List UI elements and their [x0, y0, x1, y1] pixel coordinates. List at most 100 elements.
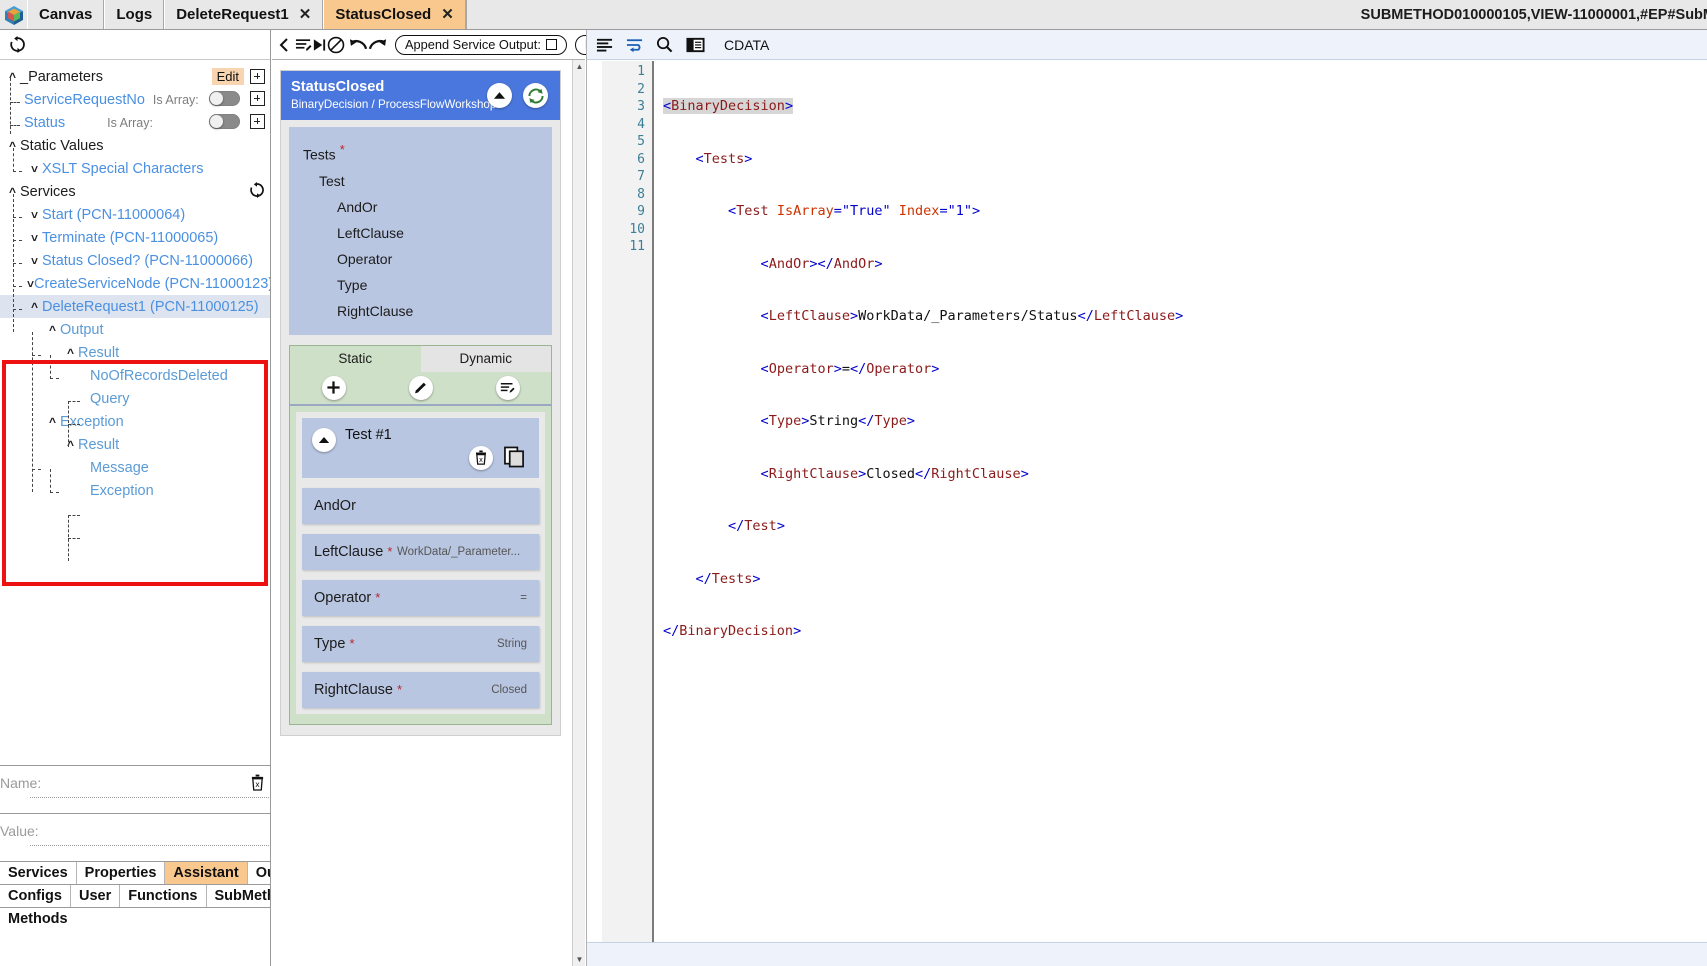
tab-label: StatusClosed	[335, 6, 432, 23]
edit-button[interactable]: Edit	[211, 68, 244, 85]
refresh-icon[interactable]	[3, 31, 31, 59]
tree-section-services[interactable]: ^ Services	[0, 180, 270, 203]
panel-icon[interactable]	[686, 37, 705, 53]
copy-icon[interactable]	[504, 446, 525, 468]
tree-item-xslt-special-characters[interactable]: ˅ XSLT Special Characters	[0, 157, 270, 180]
trash-icon[interactable]: x	[250, 774, 265, 791]
scroll-down-arrow[interactable]: ▼	[573, 953, 586, 966]
schema-leaf-type[interactable]: Type	[289, 272, 552, 298]
is-array-toggle[interactable]	[209, 114, 240, 129]
close-icon[interactable]: ✕	[441, 7, 454, 22]
tab-logs[interactable]: Logs	[104, 0, 165, 29]
tree-item-servicerequestno[interactable]: ServiceRequestNo Is Array:	[0, 88, 270, 111]
caret-up-icon[interactable]	[312, 427, 336, 452]
caret-up-icon[interactable]: ^	[45, 323, 60, 337]
step-forward-icon[interactable]	[312, 31, 327, 59]
bottom-tab-services[interactable]: Services	[0, 862, 77, 884]
schema-leaf-leftclause[interactable]: LeftClause	[289, 220, 552, 246]
tree-item-noofrecordsdeleted[interactable]: NoOfRecordsDeleted	[0, 364, 270, 387]
chevron-left-icon[interactable]	[277, 31, 291, 59]
value-input[interactable]	[30, 845, 269, 846]
add-child-button[interactable]	[250, 91, 265, 106]
tree-item-exception-result[interactable]: ^ Result	[0, 433, 270, 456]
schema-leaf-rightclause[interactable]: RightClause	[289, 298, 552, 324]
is-array-toggle[interactable]	[209, 91, 240, 106]
align-left-icon[interactable]	[596, 37, 613, 53]
code-line: <Tests>	[695, 150, 753, 167]
field-type[interactable]: Type * String	[302, 625, 539, 662]
word-wrap-icon[interactable]	[626, 37, 643, 53]
delete-icon[interactable]: x	[469, 445, 493, 470]
tree-item-start[interactable]: ˅ Start (PCN-11000064)	[0, 203, 270, 226]
code-content[interactable]: <BinaryDecision> <Tests> <Test IsArray="…	[654, 61, 1707, 942]
sync-icon[interactable]	[523, 83, 548, 108]
edit-list-icon[interactable]	[495, 375, 520, 400]
caret-up-icon[interactable]: ^	[5, 70, 20, 84]
bottom-tab-assistant[interactable]: Assistant	[165, 862, 248, 884]
name-input[interactable]	[30, 797, 269, 798]
tab-canvas[interactable]: Canvas	[27, 0, 105, 29]
tree-item-output[interactable]: ^ Output	[0, 318, 270, 341]
tree-item-exception-leaf[interactable]: Exception	[0, 479, 270, 502]
tree-item-deleterequest1[interactable]: ^ DeleteRequest1 (PCN-11000125)	[0, 295, 270, 318]
undo-icon[interactable]	[349, 31, 368, 59]
schema-leaf-operator[interactable]: Operator	[289, 246, 552, 272]
scroll-up-arrow[interactable]: ▲	[573, 60, 586, 73]
bottom-tab-output[interactable]: Output	[247, 862, 270, 884]
tree-item-query[interactable]: Query	[0, 387, 270, 410]
bottom-tab-functions[interactable]: Functions	[120, 885, 207, 907]
caret-up-icon[interactable]: ^	[27, 300, 42, 314]
bottom-tab-methods[interactable]: Methods	[0, 908, 76, 930]
bottom-tab-submethods[interactable]: SubMethods	[206, 885, 270, 907]
svg-text:x: x	[479, 456, 483, 464]
schema-child-row[interactable]: Test	[289, 168, 552, 194]
tree-item-createservicenode[interactable]: ˅ CreateServiceNode (PCN-11000123)	[0, 272, 270, 295]
tree-item-message[interactable]: Message	[0, 456, 270, 479]
caret-up-icon[interactable]: ^	[63, 438, 78, 452]
tree-item-status-closed[interactable]: ˅ Status Closed? (PCN-11000066)	[0, 249, 270, 272]
caret-up-icon[interactable]: ^	[45, 415, 60, 429]
bottom-tab-user[interactable]: User	[70, 885, 121, 907]
edit-list-icon[interactable]	[295, 31, 312, 59]
caret-down-icon[interactable]: ˅	[27, 162, 42, 176]
tree-section-static-values[interactable]: ^ Static Values	[0, 134, 270, 157]
field-leftclause[interactable]: LeftClause * WorkData/_Parameter...	[302, 533, 539, 570]
field-andor[interactable]: AndOr	[302, 487, 539, 524]
tree-section-parameters[interactable]: ^ _Parameters Edit	[0, 65, 270, 88]
caret-up-icon[interactable]: ^	[63, 346, 78, 360]
close-icon[interactable]: ✕	[299, 7, 312, 22]
refresh-services-icon[interactable]	[249, 182, 265, 198]
append-service-output-checkbox[interactable]	[545, 39, 557, 50]
append-service-output-toggle[interactable]: Append Service Output:	[395, 34, 567, 55]
no-entry-icon[interactable]	[327, 31, 345, 59]
field-operator[interactable]: Operator * =	[302, 579, 539, 616]
search-icon[interactable]	[656, 36, 673, 53]
code-editor[interactable]: 1 2 3 4 5 6 7 8 9 10 11 <BinaryDecision>…	[587, 61, 1707, 942]
redo-icon[interactable]	[368, 31, 387, 59]
mid-panel-scrollbar[interactable]: ▲ ▼	[572, 60, 585, 966]
bottom-tab-configs[interactable]: Configs	[0, 885, 71, 907]
plus-icon[interactable]	[321, 375, 346, 400]
line-number: 8	[637, 186, 645, 202]
add-child-button[interactable]	[250, 114, 265, 129]
tree-item-terminate[interactable]: ˅ Terminate (PCN-11000065)	[0, 226, 270, 249]
field-rightclause[interactable]: RightClause * Closed	[302, 671, 539, 708]
tab-deleterequest1[interactable]: DeleteRequest1 ✕	[164, 0, 324, 29]
tree-item-exception[interactable]: ^ Exception	[0, 410, 270, 433]
caret-down-icon[interactable]: ˅	[27, 231, 42, 245]
bottom-tab-properties[interactable]: Properties	[76, 862, 166, 884]
schema-root-row[interactable]: Tests *	[289, 137, 552, 168]
caret-down-icon[interactable]: ˅	[27, 254, 42, 268]
schema-leaf-andor[interactable]: AndOr	[289, 194, 552, 220]
code-line: <Operator>=</Operator>	[760, 360, 940, 377]
caret-down-icon[interactable]: ˅	[27, 208, 42, 222]
pencil-icon[interactable]	[408, 375, 433, 400]
add-parameter-button[interactable]	[250, 69, 265, 84]
tab-static[interactable]: Static	[290, 345, 421, 372]
tree-item-status[interactable]: Status Is Array:	[0, 111, 270, 134]
caret-down-icon[interactable]: ˅	[27, 277, 34, 291]
tab-statusclosed[interactable]: StatusClosed ✕	[323, 0, 466, 29]
caret-up-icon[interactable]	[487, 83, 512, 108]
tree-item-output-result[interactable]: ^ Result	[0, 341, 270, 364]
tab-dynamic[interactable]: Dynamic	[420, 345, 551, 372]
